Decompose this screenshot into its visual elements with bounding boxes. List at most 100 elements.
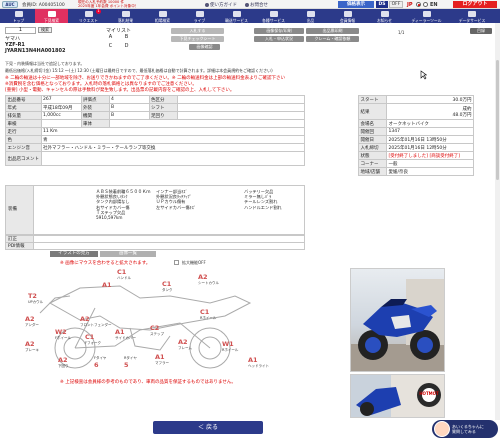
damage-part: ハンドル xyxy=(117,276,131,280)
nav-item-preview-search[interactable]: 下見検索 xyxy=(35,9,68,23)
tire-label[interactable]: Fタイヤ 6 xyxy=(94,356,106,369)
spec-table: 出品番号 267 評価点 4 色区分 年式 平成18年09月 外装 B シフト … xyxy=(5,95,305,166)
spec-header: 走行 xyxy=(5,127,42,136)
live-icon xyxy=(195,10,204,17)
damage-label[interactable]: A1 xyxy=(102,281,112,289)
catalog-button[interactable]: 目録 xyxy=(470,28,492,34)
spec-row: 排気量 1,000cc 機関 B 足回り xyxy=(5,111,305,120)
motorcycle-photo-icon xyxy=(351,279,444,371)
claim-button[interactable]: クレーム・確認依頼 xyxy=(306,36,359,42)
damage-label[interactable]: A1 マフラー xyxy=(155,353,169,366)
tab-illustration-guide[interactable]: イラストの見方 xyxy=(50,251,98,257)
spec-row: 年式 平成18年09月 外装 B シフト xyxy=(5,103,305,112)
nav-item-transport[interactable]: 輸送サービス xyxy=(220,9,253,23)
damage-label[interactable]: C1 タンク xyxy=(162,280,173,293)
nav-item-services[interactable]: 各種サービス xyxy=(257,9,290,23)
mylist-d[interactable]: D xyxy=(122,43,131,49)
equip-item: ハンドルエンド割れ xyxy=(244,204,282,210)
print-sheet-button[interactable]: 出品票印刷 xyxy=(306,28,359,34)
zoom-off-checkbox[interactable] xyxy=(174,260,179,265)
back-button[interactable]: ＜ 戻る xyxy=(153,421,263,434)
tab-image-list[interactable]: 画像一覧 xyxy=(100,251,156,257)
equip-item: テールレンズ割れ xyxy=(244,199,278,205)
damage-label[interactable]: W1 Rホイール xyxy=(222,340,238,353)
damage-label[interactable]: A2 ブレーキ xyxy=(25,340,39,353)
damage-label[interactable]: C2 ステップ xyxy=(150,324,164,337)
nav-label: データサービス xyxy=(458,17,486,23)
bid-status-button[interactable]: 入札・申込状況 xyxy=(254,36,304,42)
spec-header: 年式 xyxy=(5,103,42,112)
mylist-c[interactable]: C xyxy=(106,43,115,49)
damage-label[interactable]: A2 シートカウル xyxy=(198,273,219,286)
request-count-badge: 1 xyxy=(96,9,101,14)
equipment-label: 装備 xyxy=(6,186,34,234)
mylist-b[interactable]: B xyxy=(122,34,131,40)
nav-item-news[interactable]: お知らせ xyxy=(368,9,401,23)
damage-label[interactable]: C1 ハンドル xyxy=(117,268,131,281)
logout-button[interactable]: ログアウト xyxy=(453,1,497,8)
chat-line-2: 質問してみる xyxy=(452,429,476,434)
bid-button[interactable]: 入札する xyxy=(171,28,224,34)
spec-row: 走行 11 Km xyxy=(5,127,305,136)
spec-header: 出品番号 xyxy=(5,95,42,104)
disclaimer-note: ※ 上記検査は会員様の参考のものであり、車両の品質を保証するものではありません。 xyxy=(60,380,236,385)
equipment-col-1: ＡＢＳ装着前輪６５００Ｋｍ 外観状態良いﾀﾝｸ タンク内部錆なし 右サイドカバー… xyxy=(96,189,150,220)
damage-code: C1 xyxy=(117,268,127,276)
damage-code: A2 xyxy=(80,315,90,323)
ds-button[interactable]: DS xyxy=(376,1,388,8)
damage-label[interactable]: W2 Fホイール xyxy=(55,328,71,341)
lang-jp-radio[interactable] xyxy=(416,2,421,7)
listing-icon xyxy=(306,10,315,17)
damage-label[interactable]: C1 Rホイール xyxy=(200,308,216,321)
spec-value: 平成18年09月 xyxy=(40,103,82,112)
image-save-button[interactable]: 画像保存/印刷 xyxy=(254,28,304,34)
ds-off-toggle[interactable]: OFF xyxy=(389,1,403,8)
nav-label: お知らせ xyxy=(376,17,393,23)
spec-header: 足回り xyxy=(148,111,178,120)
site-logo[interactable]: AUC xyxy=(2,1,18,8)
contact-link[interactable]: お問合せ xyxy=(245,2,268,8)
nav-item-results[interactable]: 落札結果 xyxy=(109,9,142,23)
lot-number-input[interactable]: 1 xyxy=(5,27,36,34)
image-confirm-button[interactable]: 画像確認 xyxy=(189,44,220,50)
damage-label[interactable]: A2 アンダー xyxy=(25,315,39,328)
damage-code: W1 xyxy=(222,340,234,348)
checksheet-button[interactable]: 下見チェックシート xyxy=(171,36,224,42)
scrollbar-thumb[interactable] xyxy=(496,60,499,180)
vehicle-photo-2[interactable]: HOTMOT xyxy=(350,374,445,418)
damage-label[interactable]: A2 フロントフェンダー xyxy=(80,315,112,328)
nav-item-data-service[interactable]: データサービス xyxy=(452,9,492,23)
nav-item-live[interactable]: ライブ xyxy=(183,9,216,23)
nav-label: 相場検索 xyxy=(154,17,171,23)
spec-value xyxy=(176,111,305,120)
mylist-a[interactable]: A xyxy=(106,34,115,40)
chat-assistant-button[interactable]: あいくるちゃんに 質問してみる xyxy=(432,420,498,438)
lot-search-button[interactable]: 検索 xyxy=(38,27,52,33)
info-value: 2025年01月16日 12時50分 xyxy=(386,143,474,152)
contact-link-label: お問合せ xyxy=(250,3,268,8)
info-value: 一般 xyxy=(386,159,474,168)
nav-item-dealer-tools[interactable]: ディーラーツール xyxy=(405,9,448,23)
nav-item-request[interactable]: リクエスト 1 xyxy=(72,9,105,23)
damage-label[interactable]: C1 Fフォーク xyxy=(85,333,101,346)
pdi-row: PDI情報 xyxy=(5,242,305,250)
tools-icon xyxy=(422,10,431,17)
bell-icon xyxy=(380,10,389,17)
nav-item-market[interactable]: 相場検索 xyxy=(146,9,179,23)
nav-item-listing[interactable]: 出品 xyxy=(294,9,327,23)
nav-item-top[interactable]: トップ xyxy=(2,9,35,23)
damage-label[interactable]: A2 下回り xyxy=(58,356,69,369)
guide-link[interactable]: 使い方ガイド xyxy=(205,2,237,8)
nav-item-member[interactable]: 会員情報 xyxy=(331,9,364,23)
damage-label[interactable]: A1 ヘッドライト xyxy=(248,356,269,369)
price-display-button[interactable]: 価格表示 xyxy=(338,1,374,8)
damage-code: T2 xyxy=(28,292,37,300)
vehicle-photo-1[interactable] xyxy=(350,268,445,372)
damage-label[interactable]: T2 UPカウル xyxy=(28,292,43,305)
damage-label[interactable]: A1 サイドカバー xyxy=(115,328,136,341)
lang-en-radio[interactable] xyxy=(423,2,428,7)
tire-label[interactable]: Rタイヤ 5 xyxy=(124,356,137,369)
assistant-avatar-icon xyxy=(434,421,450,437)
info-row: 会場名 オークネットバイク xyxy=(358,119,474,128)
damage-label[interactable]: A2 フレーム xyxy=(178,338,192,351)
